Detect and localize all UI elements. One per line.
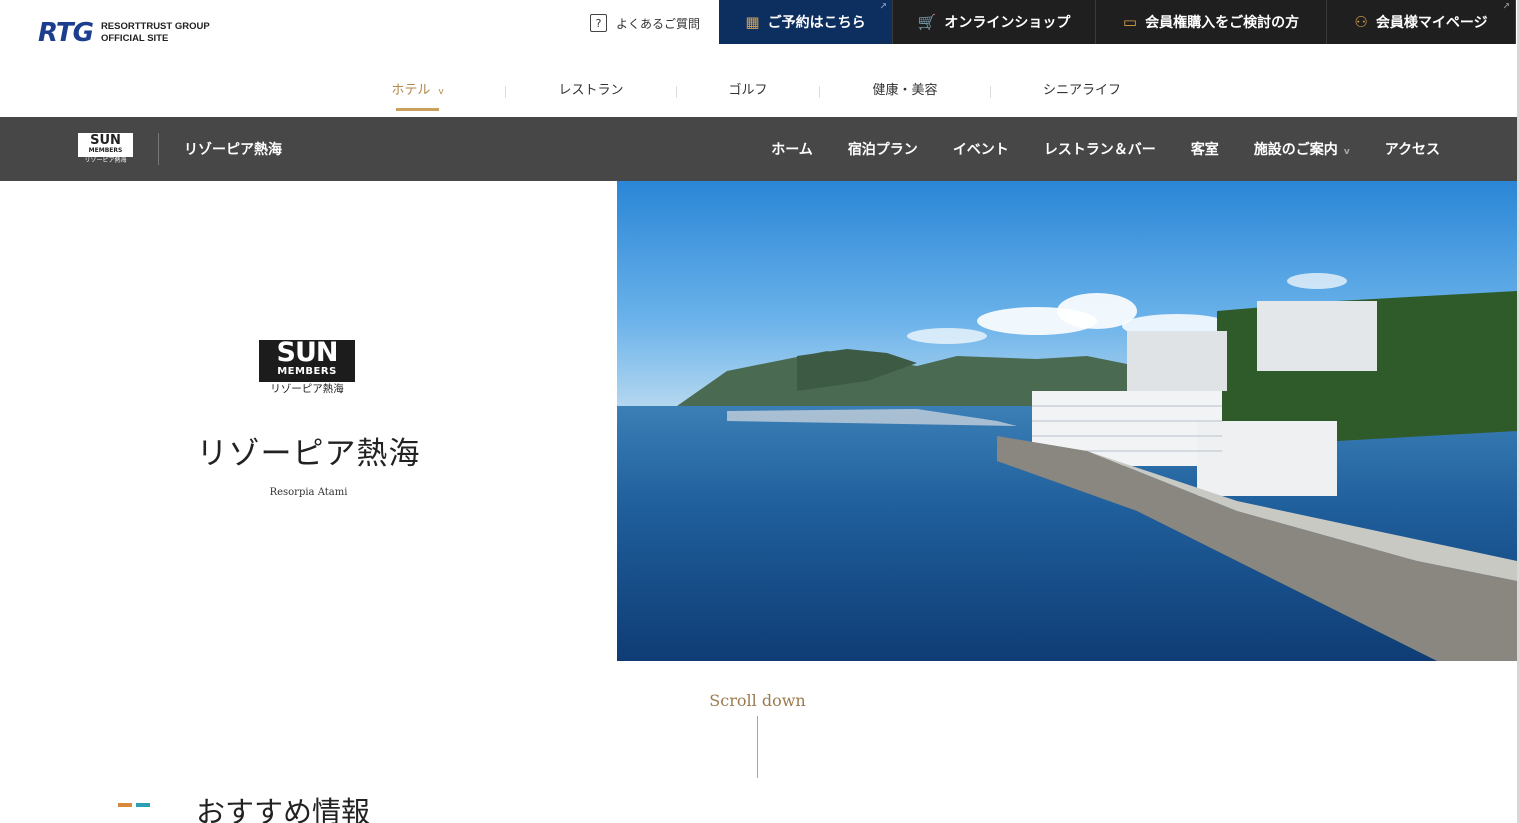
- category-restaurant[interactable]: レストラン: [506, 80, 676, 104]
- menu-stay-plans[interactable]: 宿泊プラン: [848, 139, 918, 159]
- hotel-name-en: Resorpia Atami: [269, 487, 348, 498]
- brand-top: SUN: [90, 133, 121, 148]
- external-link-icon: ↗: [1502, 2, 1510, 12]
- category-label: ホテル: [391, 83, 431, 98]
- membership-label: 会員権購入をご検討の方: [1145, 15, 1300, 31]
- menu-rooms[interactable]: 客室: [1191, 139, 1219, 159]
- category-label: レストラン: [558, 83, 624, 98]
- rtg-logo-line1: RESORTTRUST GROUP: [100, 21, 210, 32]
- mypage-button[interactable]: ⚇ 会員様マイページ ↗: [1327, 0, 1516, 44]
- brand-mid: MEMBERS: [277, 366, 337, 377]
- site-header: RTG RESORTTRUST GROUP OFFICIAL SITE ? よく…: [0, 0, 1520, 117]
- menu-facilities-label: 施設のご案内: [1253, 142, 1338, 158]
- hero-photo: [617, 181, 1517, 661]
- faq-link[interactable]: ? よくあるご質問: [590, 14, 700, 32]
- hotel-title[interactable]: リゾーピア熱海: [184, 139, 282, 159]
- hotel-nav-bar: SUN MEMBERS リゾーピア熱海 リゾーピア熱海 ホーム 宿泊プラン イベン…: [0, 117, 1520, 181]
- scroll-down-line: [757, 716, 758, 778]
- brand-top: SUN: [276, 337, 339, 368]
- sun-members-logo: SUN MEMBERS リゾーピア熱海: [259, 337, 355, 396]
- category-label: シニアライフ: [1042, 83, 1121, 98]
- menu-access[interactable]: アクセス: [1385, 139, 1440, 159]
- card-icon: ▭: [1122, 13, 1138, 31]
- rtg-logo-mark: RTG: [38, 18, 94, 48]
- category-health-beauty[interactable]: 健康・美容: [820, 80, 990, 104]
- menu-events[interactable]: イベント: [953, 139, 1009, 159]
- category-label: ゴルフ: [728, 83, 768, 98]
- sun-members-logo-small[interactable]: SUN MEMBERS リゾーピア熱海: [78, 133, 133, 166]
- brand-mid: MEMBERS: [88, 147, 123, 154]
- question-icon: ?: [590, 14, 607, 32]
- rtg-logo-line2: OFFICIAL SITE: [100, 33, 169, 44]
- faq-label: よくあるご質問: [616, 16, 701, 31]
- hotel-name: リゾーピア熱海: [196, 436, 421, 472]
- mypage-label: 会員様マイページ: [1375, 15, 1488, 31]
- category-label: 健康・美容: [872, 83, 938, 98]
- chevron-down-icon: v: [1343, 147, 1350, 157]
- external-link-icon: ↗: [879, 2, 887, 12]
- category-nav: ホテル v レストラン ゴルフ 健康・美容 シニアライフ: [370, 80, 1173, 111]
- menu-home[interactable]: ホーム: [771, 139, 813, 159]
- reserve-label: ご予約はこちら: [767, 15, 866, 31]
- membership-button[interactable]: ▭ 会員権購入をご検討の方: [1096, 0, 1327, 44]
- category-hotel[interactable]: ホテル v: [370, 80, 465, 111]
- brand-sub: リゾーピア熱海: [270, 383, 344, 395]
- section-accent-mark: [118, 803, 150, 807]
- user-icon: ⚇: [1354, 13, 1368, 31]
- menu-facilities[interactable]: 施設のご案内 v: [1254, 139, 1350, 159]
- reserve-button[interactable]: ▦ ご予約はこちら ↗: [719, 0, 893, 44]
- online-shop-button[interactable]: 🛒 オンラインショップ: [893, 0, 1096, 44]
- brand-sub: リゾーピア熱海: [84, 157, 127, 164]
- hero-intro: SUN MEMBERS リゾーピア熱海 リゾーピア熱海 Resorpia Ata…: [0, 181, 617, 661]
- scroll-down-label[interactable]: Scroll down: [700, 691, 815, 710]
- category-senior-life[interactable]: シニアライフ: [991, 80, 1173, 104]
- divider: [158, 133, 159, 165]
- chevron-down-icon: v: [438, 87, 444, 97]
- calendar-icon: ▦: [745, 13, 760, 31]
- category-golf[interactable]: ゴルフ: [677, 80, 819, 104]
- menu-restaurant-bar[interactable]: レストラン＆バー: [1044, 139, 1156, 159]
- online-shop-label: オンラインショップ: [944, 15, 1071, 31]
- rtg-logo[interactable]: RTG RESORTTRUST GROUP OFFICIAL SITE: [38, 18, 210, 48]
- cart-icon: 🛒: [917, 13, 937, 31]
- recommend-section-title: おすすめ情報: [196, 795, 371, 823]
- hotel-menu: ホーム 宿泊プラン イベント レストラン＆バー 客室 施設のご案内 v アクセス: [736, 139, 1440, 159]
